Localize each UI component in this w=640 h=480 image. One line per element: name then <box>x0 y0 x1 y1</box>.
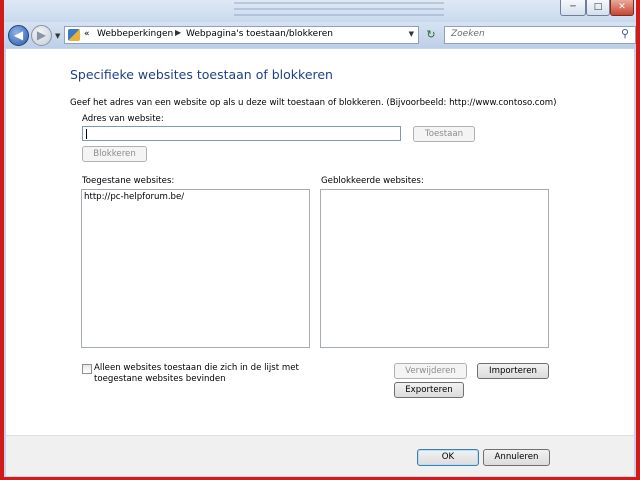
forward-button[interactable]: ▶ <box>31 25 52 46</box>
dialog-footer: OK Annuleren <box>6 435 634 476</box>
search-icon[interactable]: ⚲ <box>621 27 629 40</box>
address-bar[interactable]: « Webbeperkingen ▶ Webpagina's toestaan/… <box>64 26 419 44</box>
address-label: Adres van website: <box>82 114 164 124</box>
control-panel-icon <box>68 29 80 41</box>
breadcrumb-separator[interactable]: ▶ <box>175 28 181 37</box>
allow-button[interactable]: Toestaan <box>413 126 475 142</box>
ok-button[interactable]: OK <box>417 449 479 466</box>
recent-pages-dropdown[interactable]: ▼ <box>55 32 60 40</box>
only-allowed-checkbox[interactable] <box>82 364 92 374</box>
block-button[interactable]: Blokkeren <box>82 146 147 162</box>
control-panel-window: ─ □ ✕ ◀ ▶ ▼ « Webbeperkingen ▶ Webpagina… <box>0 0 640 480</box>
title-bar[interactable]: ─ □ ✕ <box>4 0 636 22</box>
page-title: Specifieke websites toestaan of blokkere… <box>70 67 333 82</box>
cancel-button[interactable]: Annuleren <box>483 449 550 466</box>
content-pane: Specifieke websites toestaan of blokkere… <box>6 49 634 435</box>
website-address-input[interactable] <box>82 126 401 141</box>
remove-button[interactable]: Verwijderen <box>394 363 467 379</box>
instruction-text: Geef het adres van een website op als u … <box>70 98 557 108</box>
breadcrumb-overflow[interactable]: « <box>84 29 90 39</box>
text-caret <box>86 129 87 139</box>
search-box[interactable]: Zoeken ⚲ <box>444 26 636 44</box>
minimize-button[interactable]: ─ <box>560 0 586 16</box>
frame-right-edge <box>636 0 640 480</box>
background-window-ghost <box>234 2 444 20</box>
address-dropdown-button[interactable]: ▼ <box>409 30 414 38</box>
breadcrumb-current-page[interactable]: Webpagina's toestaan/blokkeren <box>186 29 333 39</box>
only-allowed-checkbox-label[interactable]: Alleen websites toestaan die zich in de … <box>94 363 304 385</box>
navigation-bar: ◀ ▶ ▼ « Webbeperkingen ▶ Webpagina's toe… <box>4 22 636 48</box>
import-button[interactable]: Importeren <box>477 363 549 379</box>
maximize-button[interactable]: □ <box>586 0 610 16</box>
list-item[interactable]: http://pc-helpforum.be/ <box>84 192 184 202</box>
export-button[interactable]: Exporteren <box>394 382 464 398</box>
back-button[interactable]: ◀ <box>8 25 29 46</box>
breadcrumb-webbeperkingen[interactable]: Webbeperkingen <box>97 29 173 39</box>
frame-left-edge <box>0 0 4 480</box>
blocked-websites-list[interactable] <box>320 189 549 348</box>
close-button[interactable]: ✕ <box>610 0 634 16</box>
blocked-websites-label: Geblokkeerde websites: <box>321 176 424 186</box>
allowed-websites-label: Toegestane websites: <box>82 176 175 186</box>
search-placeholder: Zoeken <box>451 29 485 39</box>
refresh-button[interactable]: ↻ <box>422 26 440 44</box>
allowed-websites-list[interactable]: http://pc-helpforum.be/ <box>81 189 310 348</box>
